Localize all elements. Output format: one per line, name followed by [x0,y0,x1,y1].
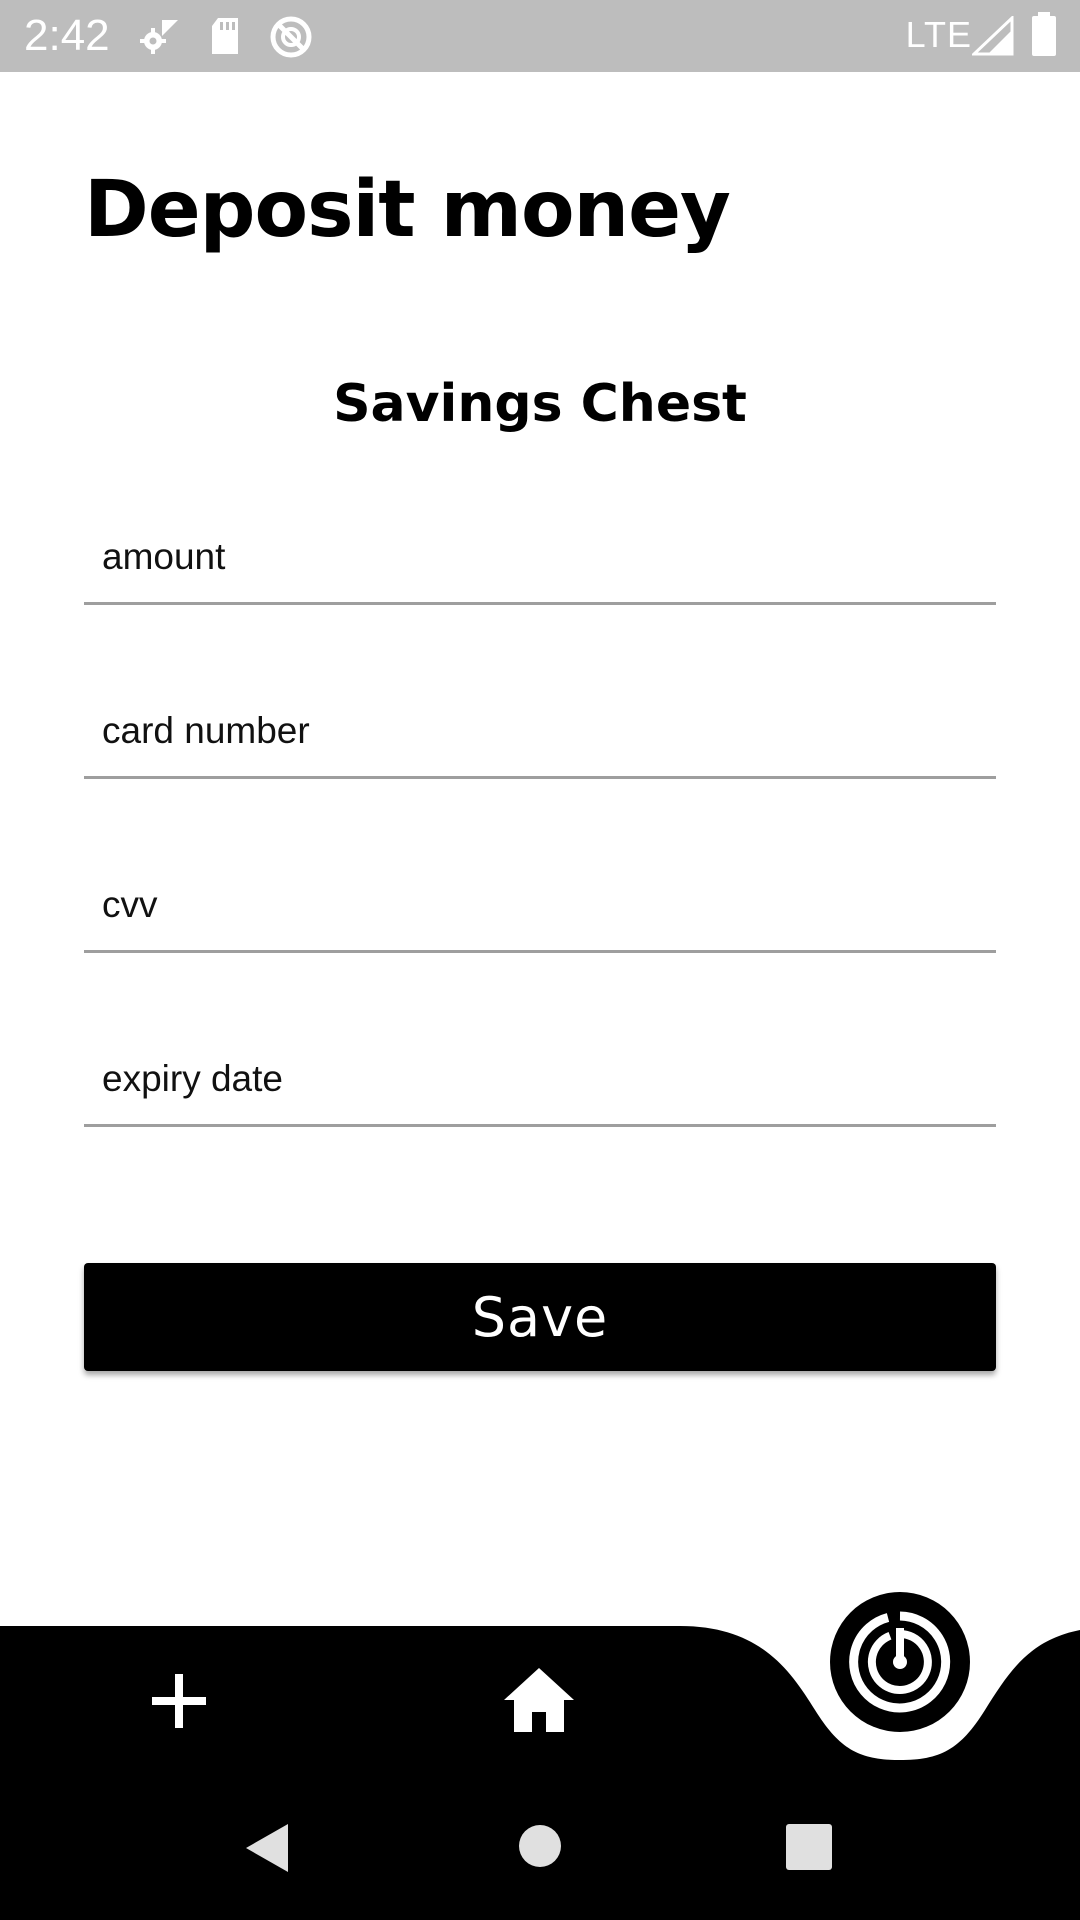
recents-icon[interactable] [786,1824,832,1875]
back-icon[interactable] [244,1822,290,1879]
add-icon[interactable] [150,1672,208,1735]
card-number-field[interactable] [84,686,996,779]
settings-icon [138,14,182,63]
expiry-date-input[interactable] [102,1034,982,1124]
cvv-input[interactable] [102,860,982,950]
signal-icon [970,14,1014,61]
amount-input[interactable] [102,512,982,602]
status-time: 2:42 [24,11,110,60]
battery-icon [1030,12,1058,63]
home-icon[interactable] [502,1666,576,1739]
radar-button[interactable] [830,1592,970,1732]
page-title: Deposit money [84,165,731,255]
cvv-field[interactable] [84,860,996,953]
amount-field[interactable] [84,512,996,605]
sd-card-icon [208,14,242,63]
status-bar: 2:42 LTE [0,0,1080,72]
home-circle-icon[interactable] [518,1824,562,1873]
chest-name: Savings Chest [333,374,747,434]
screen: 2:42 LTE Deposit money Savings Chest amo… [0,0,1080,1920]
save-button[interactable]: Save [84,1263,996,1371]
card-number-input[interactable] [102,686,982,776]
network-type: LTE [905,14,972,55]
radar-icon [849,1611,951,1713]
blocked-sync-icon [268,14,314,65]
expiry-date-field[interactable] [84,1034,996,1127]
system-nav-bar [0,1790,1080,1920]
